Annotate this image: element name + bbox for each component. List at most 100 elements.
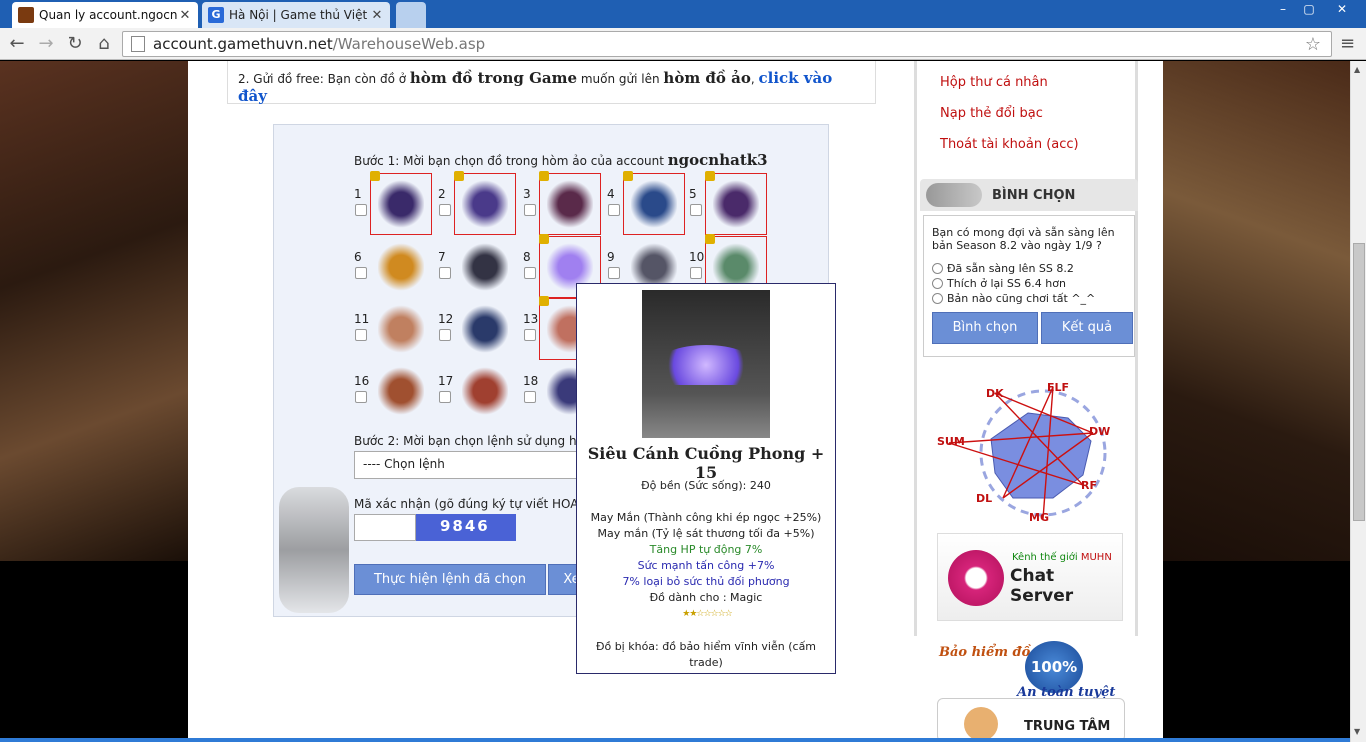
item-slot[interactable]: 1 bbox=[354, 171, 436, 235]
item-slot[interactable]: 12 bbox=[438, 298, 520, 360]
item-slot[interactable]: 2 bbox=[438, 171, 520, 235]
slot-checkbox[interactable] bbox=[355, 267, 367, 279]
item-slot[interactable]: 16 bbox=[354, 360, 436, 422]
slot-checkbox[interactable] bbox=[439, 391, 451, 403]
captcha-image: 9846 bbox=[416, 514, 516, 541]
chat-subtitle: Kênh thế giới MUHN bbox=[1012, 552, 1112, 563]
item-icon[interactable] bbox=[462, 366, 508, 416]
close-tab-icon[interactable]: ✕ bbox=[370, 8, 384, 23]
tab-inactive[interactable]: G Hà Nội | Game thủ Việt Nam ✕ bbox=[202, 2, 390, 28]
lock-icon bbox=[623, 171, 633, 181]
class-label: ELF bbox=[1047, 381, 1069, 394]
scroll-up-icon[interactable]: ▲ bbox=[1354, 65, 1360, 74]
new-tab-button[interactable] bbox=[396, 2, 426, 28]
slot-checkbox[interactable] bbox=[355, 204, 367, 216]
forward-icon[interactable]: → bbox=[35, 33, 57, 55]
slot-checkbox[interactable] bbox=[439, 204, 451, 216]
sidebar-link-inbox[interactable]: Hộp thư cá nhân bbox=[940, 75, 1048, 90]
close-window-icon[interactable]: ✕ bbox=[1322, 0, 1362, 18]
item-slot[interactable]: 7 bbox=[438, 236, 520, 298]
slot-checkbox[interactable] bbox=[690, 204, 702, 216]
slot-number: 11 bbox=[354, 312, 370, 326]
home-icon[interactable]: ⌂ bbox=[93, 33, 115, 55]
insurance-banner[interactable]: Bảo hiểm đồ 100% An toàn tuyệt đối bbox=[937, 641, 1137, 715]
item-icon[interactable] bbox=[462, 304, 508, 354]
item-luck-2: May mắn (Tỷ lệ sát thương tối đa +5%) bbox=[597, 527, 815, 540]
vertical-scrollbar[interactable]: ▲ ▼ bbox=[1350, 61, 1366, 742]
item-slot[interactable]: 11 bbox=[354, 298, 436, 360]
vote-button[interactable]: Bình chọn bbox=[932, 312, 1038, 344]
sidebar-link-topup[interactable]: Nạp thẻ đổi bạc bbox=[940, 106, 1043, 121]
item-icon[interactable] bbox=[547, 179, 593, 229]
notice-text: 2. Gửi đồ free: Bạn còn đồ ở bbox=[238, 72, 410, 86]
tab-bar: Quan ly account.ngocnhatk3 ✕ G Hà Nội | … bbox=[0, 0, 1366, 28]
vote-result-button[interactable]: Kết quả bbox=[1041, 312, 1133, 344]
lock-icon bbox=[370, 171, 380, 181]
slot-checkbox[interactable] bbox=[524, 267, 536, 279]
item-slot[interactable]: 6 bbox=[354, 236, 436, 298]
item-icon[interactable] bbox=[713, 179, 759, 229]
scrollbar-thumb[interactable] bbox=[1353, 243, 1365, 521]
execute-command-button[interactable]: Thực hiện lệnh đã chọn bbox=[354, 564, 546, 595]
item-icon[interactable] bbox=[378, 366, 424, 416]
close-tab-icon[interactable]: ✕ bbox=[178, 8, 192, 23]
slot-checkbox[interactable] bbox=[690, 267, 702, 279]
captcha-input[interactable] bbox=[354, 514, 416, 541]
sidebar-link-logout[interactable]: Thoát tài khoản (acc) bbox=[940, 137, 1079, 152]
menu-icon[interactable]: ≡ bbox=[1340, 33, 1355, 54]
item-icon[interactable] bbox=[378, 242, 424, 292]
item-slot[interactable]: 4 bbox=[607, 171, 689, 235]
chat-title: Chat Server bbox=[1010, 566, 1074, 606]
bookmark-star-icon[interactable]: ☆ bbox=[1305, 34, 1321, 55]
site-favicon-icon: G bbox=[208, 7, 224, 23]
minimize-icon[interactable]: – bbox=[1270, 0, 1296, 18]
slot-checkbox[interactable] bbox=[439, 267, 451, 279]
slot-checkbox[interactable] bbox=[355, 391, 367, 403]
notice-text: , bbox=[750, 72, 759, 86]
class-label: MG bbox=[1029, 511, 1049, 523]
slot-checkbox[interactable] bbox=[608, 204, 620, 216]
vote-box: Bạn có mong đợi và sẵn sàng lên bản Seas… bbox=[923, 215, 1135, 357]
item-icon[interactable] bbox=[378, 304, 424, 354]
radio-icon[interactable] bbox=[932, 278, 943, 289]
item-slot[interactable]: 3 bbox=[523, 171, 605, 235]
radio-icon[interactable] bbox=[932, 293, 943, 304]
address-bar[interactable]: account.gamethuvn.net/WarehouseWeb.asp ☆ bbox=[122, 31, 1332, 57]
page-content: 2. Gửi đồ free: Bạn còn đồ ở hòm đồ tron… bbox=[188, 61, 1163, 742]
vote-option[interactable]: Đã sẵn sàng lên SS 8.2 bbox=[932, 262, 1074, 275]
knight-artwork bbox=[279, 487, 349, 613]
slot-number: 7 bbox=[438, 250, 446, 264]
slot-number: 13 bbox=[523, 312, 539, 326]
item-icon[interactable] bbox=[378, 179, 424, 229]
slot-checkbox[interactable] bbox=[524, 329, 536, 341]
support-center-banner[interactable]: TRUNG TÂM bbox=[937, 698, 1125, 742]
item-slot[interactable]: 17 bbox=[438, 360, 520, 422]
slot-checkbox[interactable] bbox=[439, 329, 451, 341]
radio-icon[interactable] bbox=[932, 263, 943, 274]
background-art-right bbox=[1163, 61, 1350, 561]
chat-server-banner[interactable]: Kênh thế giới MUHN Chat Server bbox=[937, 533, 1123, 621]
tab-active[interactable]: Quan ly account.ngocnhatk3 ✕ bbox=[12, 2, 198, 28]
lock-icon bbox=[539, 234, 549, 244]
wings-icon bbox=[656, 345, 756, 385]
vote-option[interactable]: Bản nào cũng chơi tất ^_^ bbox=[932, 292, 1095, 305]
item-slot[interactable]: 5 bbox=[689, 171, 771, 235]
reload-icon[interactable]: ↻ bbox=[64, 33, 86, 55]
vote-option[interactable]: Thích ở lại SS 6.4 hơn bbox=[932, 277, 1066, 290]
slot-number: 4 bbox=[607, 187, 615, 201]
site-favicon-icon bbox=[18, 7, 34, 23]
item-tooltip: Siêu Cánh Cuồng Phong + 15 Độ bền (Sức s… bbox=[576, 283, 836, 674]
step1-label: Bước 1: Mời bạn chọn đồ trong hòm ảo của… bbox=[354, 151, 768, 169]
url-path: /WarehouseWeb.asp bbox=[332, 35, 486, 53]
item-icon[interactable] bbox=[462, 242, 508, 292]
item-icon[interactable] bbox=[631, 179, 677, 229]
slot-checkbox[interactable] bbox=[355, 329, 367, 341]
slot-checkbox[interactable] bbox=[524, 391, 536, 403]
back-icon[interactable]: ← bbox=[6, 33, 28, 55]
vote-question: Bạn có mong đợi và sẵn sàng lên bản Seas… bbox=[932, 226, 1115, 252]
slot-checkbox[interactable] bbox=[524, 204, 536, 216]
maximize-icon[interactable]: ▢ bbox=[1296, 0, 1322, 18]
slot-checkbox[interactable] bbox=[608, 267, 620, 279]
scroll-down-icon[interactable]: ▼ bbox=[1354, 727, 1360, 736]
item-icon[interactable] bbox=[462, 179, 508, 229]
